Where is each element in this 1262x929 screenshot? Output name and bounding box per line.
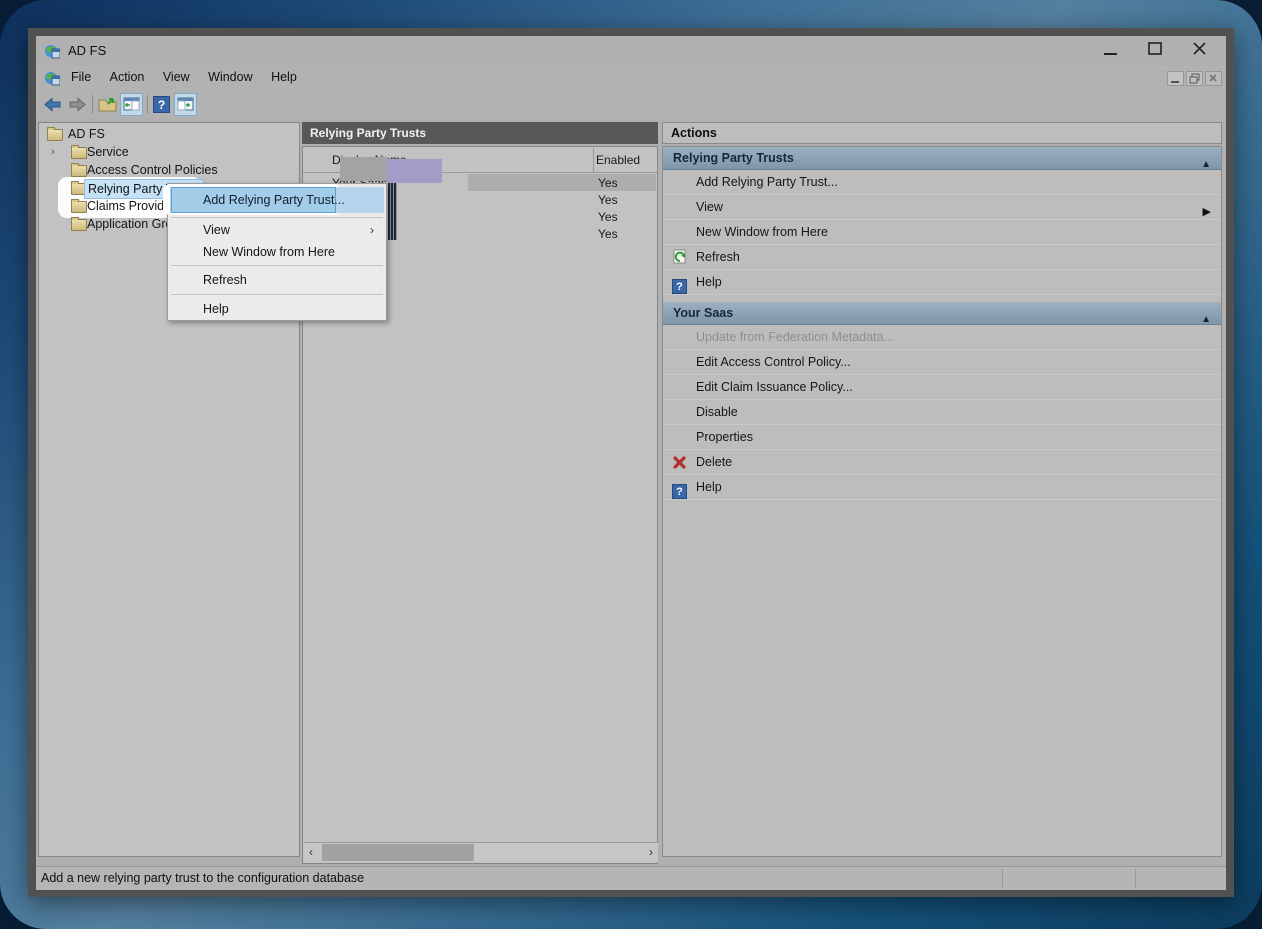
maximize-icon[interactable]: [1147, 40, 1163, 56]
scrollbar-thumb[interactable]: [322, 844, 474, 861]
folder-icon: [71, 147, 87, 159]
selected-row-band: [468, 174, 656, 191]
action-refresh[interactable]: Refresh: [663, 245, 1221, 270]
status-text: Add a new relying party trust to the con…: [41, 871, 364, 885]
export-list-icon[interactable]: [98, 96, 118, 113]
row-enabled[interactable]: Yes: [598, 210, 618, 224]
actions-section-relying-party-trusts[interactable]: Relying Party Trusts ▲: [663, 147, 1221, 170]
action-properties[interactable]: Properties: [663, 425, 1221, 450]
toolbar: ?: [36, 92, 1226, 119]
action-disable[interactable]: Disable: [663, 400, 1221, 425]
context-view[interactable]: View ›: [170, 219, 384, 241]
action-update-from-federation-metadata: Update from Federation Metadata...: [663, 325, 1221, 350]
menu-view[interactable]: View: [156, 66, 197, 88]
redaction-block-gray: [340, 157, 388, 181]
close-icon[interactable]: [1191, 40, 1208, 57]
row-enabled[interactable]: Yes: [598, 176, 618, 190]
context-help[interactable]: Help: [170, 298, 384, 320]
tree-item-access-control-policies[interactable]: Access Control Policies: [39, 161, 299, 179]
minimize-icon[interactable]: [1103, 44, 1119, 58]
menu-action[interactable]: Action: [103, 66, 152, 88]
menu-separator: [171, 265, 383, 266]
context-add-relying-party-trust[interactable]: Add Relying Party Trust...: [203, 187, 345, 213]
menu-help[interactable]: Help: [264, 66, 304, 88]
status-bar: Add a new relying party trust to the con…: [36, 866, 1226, 890]
action-view[interactable]: View▶: [663, 195, 1221, 220]
actions-panel: Actions Relying Party Trusts ▲ Add Relyi…: [662, 122, 1222, 857]
refresh-icon: [672, 249, 688, 265]
mdi-close-button[interactable]: [1205, 71, 1222, 86]
action-add-relying-party-trust[interactable]: Add Relying Party Trust...: [663, 170, 1221, 195]
scroll-left-icon[interactable]: ‹: [309, 844, 313, 861]
delete-icon: [672, 454, 688, 470]
submenu-arrow-icon: ›: [370, 219, 374, 241]
scroll-right-icon[interactable]: ›: [649, 844, 653, 861]
column-header-enabled[interactable]: Enabled: [596, 153, 640, 167]
mdi-restore-button[interactable]: [1186, 71, 1203, 86]
redaction-block-purple: [387, 159, 442, 183]
help-icon: ?: [672, 479, 688, 495]
tree-item-adfs-root[interactable]: AD FS: [39, 125, 299, 143]
menu-file[interactable]: File: [64, 66, 98, 88]
list-panel-header: Relying Party Trusts: [302, 122, 658, 144]
action-edit-claim-issuance-policy[interactable]: Edit Claim Issuance Policy...: [663, 375, 1221, 400]
menu-separator: [171, 217, 383, 218]
menu-bar: File Action View Window Help: [36, 66, 1226, 93]
show-console-tree-button[interactable]: [120, 93, 143, 116]
action-edit-access-control-policy[interactable]: Edit Access Control Policy...: [663, 350, 1221, 375]
row-enabled[interactable]: Yes: [598, 193, 618, 207]
show-action-pane-button[interactable]: [174, 93, 197, 116]
chevron-right-icon[interactable]: ›: [51, 143, 55, 161]
back-icon[interactable]: [44, 97, 62, 112]
status-divider: [1002, 869, 1003, 888]
context-menu: Add Relying Party Trust... View › New Wi…: [167, 183, 387, 321]
window-title: AD FS: [68, 43, 106, 58]
column-divider[interactable]: [593, 148, 594, 172]
help-toolbar-icon[interactable]: ?: [153, 96, 170, 113]
menu-separator: [171, 294, 383, 295]
action-help-2[interactable]: ? Help: [663, 475, 1221, 500]
context-refresh[interactable]: Refresh: [170, 269, 384, 291]
redaction-stripes: [388, 183, 397, 240]
folder-icon: [71, 165, 87, 177]
context-new-window-from-here[interactable]: New Window from Here: [170, 241, 384, 263]
action-delete[interactable]: Delete: [663, 450, 1221, 475]
forward-icon[interactable]: [68, 97, 86, 112]
actions-section-your-saas[interactable]: Your Saas ▲: [663, 302, 1221, 325]
adfs-console-icon: [44, 70, 60, 86]
folder-icon: [71, 201, 87, 213]
folder-icon: [71, 219, 87, 231]
status-divider: [1135, 869, 1136, 888]
actions-header: Actions: [662, 122, 1222, 144]
action-help[interactable]: ? Help: [663, 270, 1221, 295]
adfs-window: AD FS File Action View Window Help: [28, 28, 1234, 897]
help-icon: ?: [672, 274, 688, 290]
title-bar[interactable]: AD FS: [36, 36, 1226, 66]
folder-icon: [47, 129, 63, 141]
actions-body: Relying Party Trusts ▲ Add Relying Party…: [662, 146, 1222, 857]
menu-window[interactable]: Window: [201, 66, 259, 88]
adfs-app-icon: [44, 43, 60, 59]
horizontal-scrollbar[interactable]: ‹ ›: [304, 842, 658, 862]
mdi-minimize-button[interactable]: [1167, 71, 1184, 86]
tree-item-service[interactable]: › Service: [39, 143, 299, 161]
section-gap: [663, 295, 1221, 302]
row-enabled[interactable]: Yes: [598, 227, 618, 241]
action-new-window-from-here[interactable]: New Window from Here: [663, 220, 1221, 245]
